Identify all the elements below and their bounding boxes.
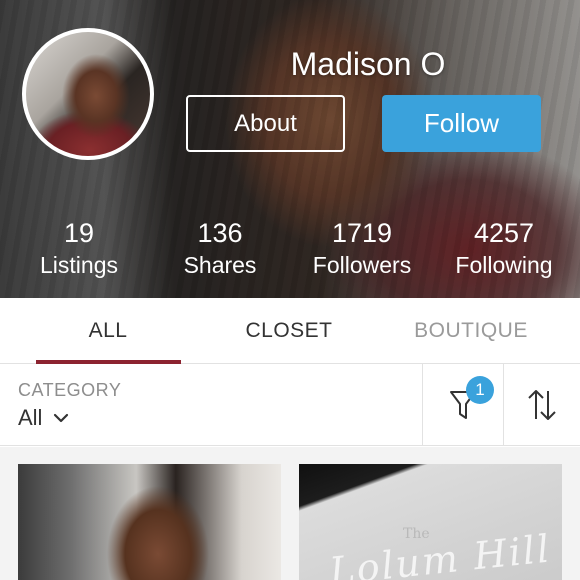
avatar[interactable] <box>22 28 154 160</box>
tab-boutique[interactable]: BOUTIQUE <box>381 298 561 364</box>
listing-tile[interactable]: The Lolum Hill <box>299 464 562 580</box>
category-label: CATEGORY <box>18 380 122 400</box>
stat-listings[interactable]: 19 Listings <box>9 216 149 280</box>
category-dropdown[interactable]: All <box>18 404 70 432</box>
stat-value: 1719 <box>331 218 393 248</box>
stat-followers[interactable]: 1719 Followers <box>292 216 432 280</box>
stat-following[interactable]: 4257 Following <box>434 216 574 280</box>
tab-closet[interactable]: CLOSET <box>199 298 379 364</box>
stat-value: 19 <box>63 218 95 248</box>
category-value: All <box>18 405 43 430</box>
profile-name: Madison O <box>290 46 446 82</box>
filter-button[interactable] <box>423 364 503 446</box>
stat-value: 136 <box>197 218 243 248</box>
profile-stats: 19 Listings 136 Shares 1719 Followers 42… <box>0 216 580 286</box>
stat-label: Following <box>455 252 553 278</box>
stat-label: Listings <box>40 252 118 278</box>
listing-grid: The Lolum Hill <box>0 447 580 580</box>
about-button[interactable]: About <box>186 95 345 152</box>
filter-count-badge: 1 <box>466 376 494 404</box>
stat-shares[interactable]: 136 Shares <box>150 216 290 280</box>
listing-image-script: Lolum Hill <box>327 526 554 580</box>
tab-all[interactable]: ALL <box>18 298 198 364</box>
stat-label: Shares <box>183 252 257 278</box>
follow-button[interactable]: Follow <box>382 95 541 152</box>
stat-value: 4257 <box>473 218 535 248</box>
closet-tabs: ALL CLOSET BOUTIQUE <box>0 298 580 364</box>
sort-arrows-icon <box>528 390 556 420</box>
listing-tile[interactable] <box>18 464 281 580</box>
sort-button[interactable] <box>504 364 580 446</box>
stat-label: Followers <box>312 252 412 278</box>
filter-bar: CATEGORY All <box>0 364 580 446</box>
chevron-down-icon <box>54 413 69 423</box>
